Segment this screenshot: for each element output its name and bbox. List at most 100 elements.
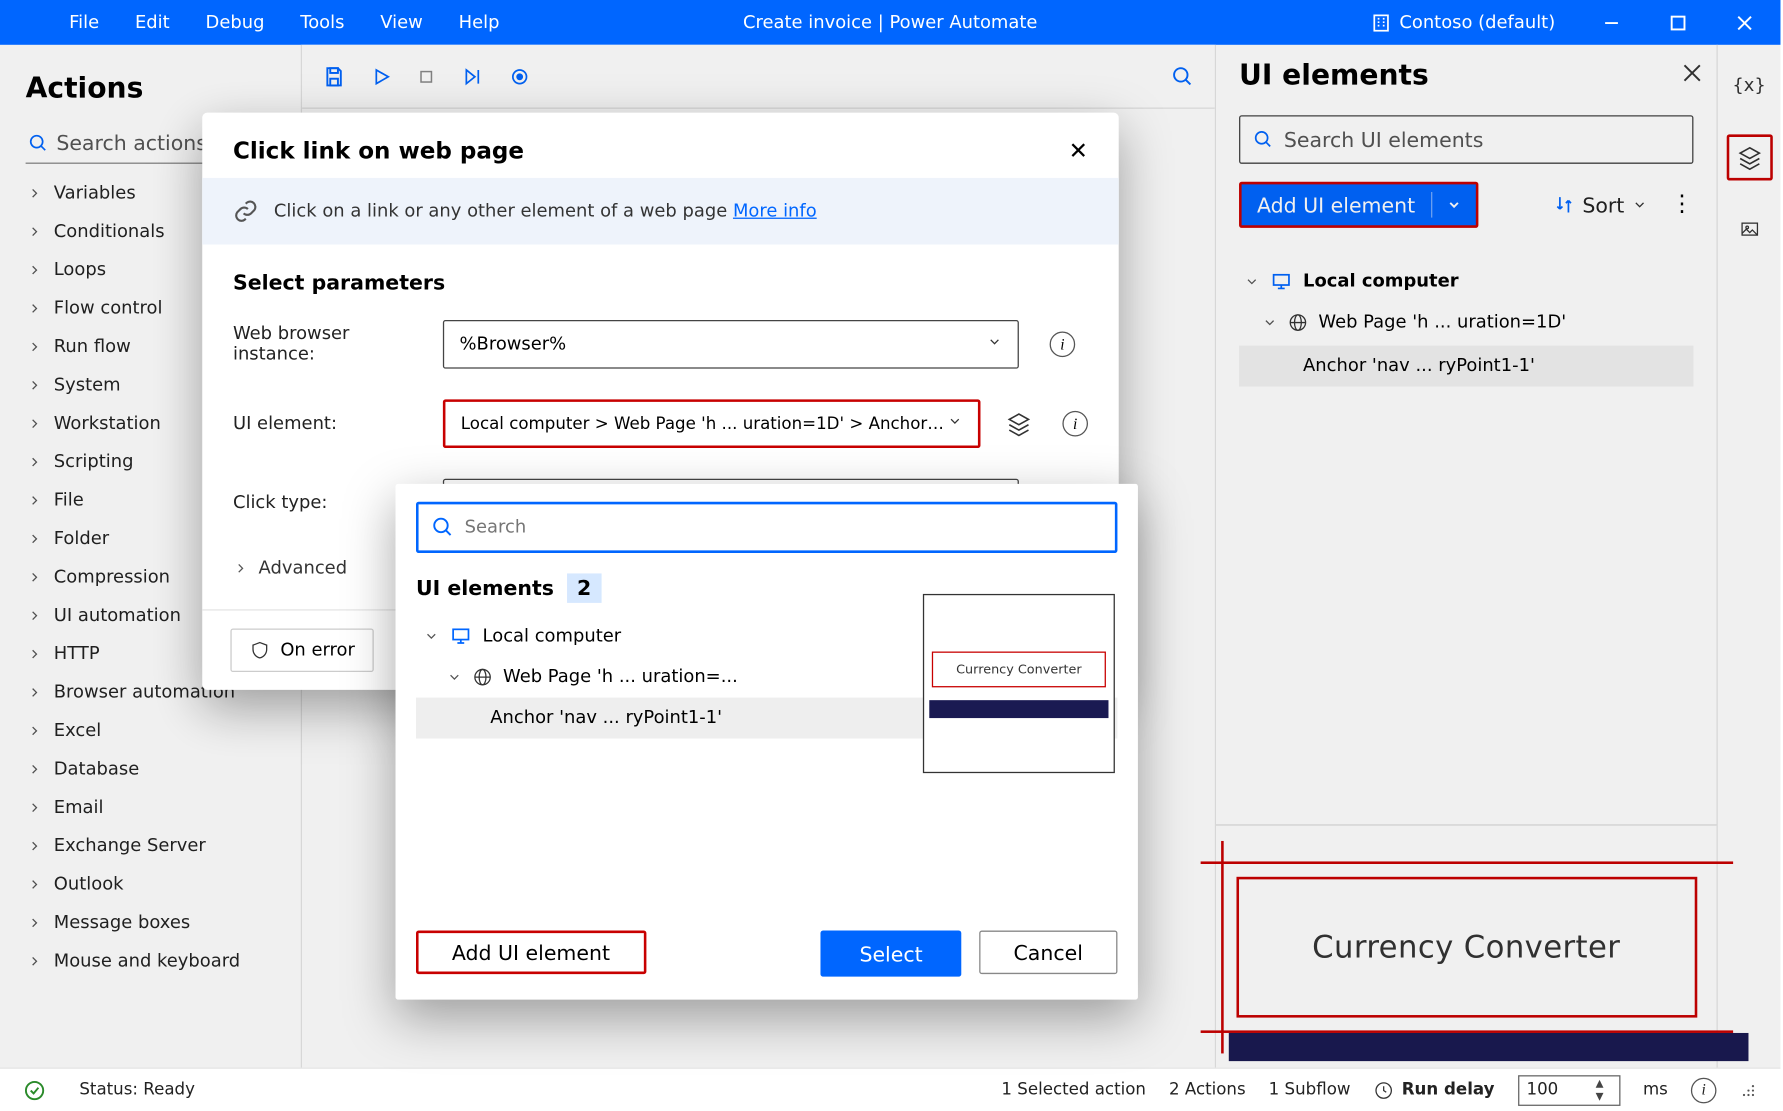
action-category[interactable]: Email [26, 788, 281, 826]
status-actions: 2 Actions [1169, 1080, 1246, 1099]
chevron-down-icon [424, 628, 439, 643]
info-icon[interactable]: i [1691, 1077, 1717, 1103]
sort-icon [1554, 195, 1574, 215]
chevron-right-icon [233, 561, 248, 576]
menu-debug[interactable]: Debug [188, 0, 283, 45]
images-rail-button[interactable] [1726, 206, 1772, 252]
globe-icon [472, 667, 492, 687]
ui-elements-search-placeholder: Search UI elements [1284, 127, 1484, 151]
tree-anchor[interactable]: Anchor 'nav ... ryPoint1-1' [1239, 346, 1693, 387]
status-ok-icon [23, 1078, 46, 1101]
ui-element-select[interactable]: Local computer > Web Page 'h ... uration… [443, 399, 981, 448]
window-minimize-button[interactable] [1583, 0, 1639, 45]
computer-icon [449, 626, 472, 646]
step-icon[interactable] [461, 66, 484, 86]
run-delay-label: Run delay [1402, 1080, 1495, 1099]
info-icon[interactable]: i [1050, 332, 1076, 358]
picker-search-input[interactable] [416, 502, 1117, 553]
ui-elements-search-input[interactable]: Search UI elements [1239, 115, 1693, 164]
actions-heading: Actions [26, 73, 281, 105]
tree-root-label: Local computer [1303, 271, 1459, 291]
window-close-button[interactable] [1716, 0, 1772, 45]
action-category[interactable]: Database [26, 750, 281, 788]
picker-search-field[interactable] [465, 517, 1102, 537]
dialog-description: Click on a link or any other element of … [274, 201, 727, 221]
run-delay-unit: ms [1643, 1080, 1668, 1099]
tree-anchor-label: Anchor 'nav ... ryPoint1-1' [1303, 356, 1535, 376]
menu-edit[interactable]: Edit [117, 0, 188, 45]
picker-root-label: Local computer [483, 626, 622, 646]
ui-element-picker-popup: UI elements 2 Local computer Web Page 'h… [396, 484, 1138, 1000]
advanced-label: Advanced [259, 558, 348, 578]
stop-icon[interactable] [417, 67, 435, 85]
picker-heading: UI elements [416, 576, 554, 600]
picker-preview-label: Currency Converter [956, 662, 1082, 676]
status-selected: 1 Selected action [1001, 1080, 1146, 1099]
info-icon[interactable]: i [1062, 411, 1088, 437]
ui-element-value: Local computer > Web Page 'h ... uration… [461, 414, 947, 433]
menu-view[interactable]: View [362, 0, 440, 45]
preview-label: Currency Converter [1312, 929, 1620, 965]
layers-icon [1736, 145, 1762, 171]
menu-tools[interactable]: Tools [282, 0, 362, 45]
panel-close-button[interactable] [1683, 63, 1701, 87]
action-category[interactable]: Excel [26, 712, 281, 750]
tree-page-label: Web Page 'h ... uration=1D' [1318, 312, 1566, 332]
ui-elements-rail-button[interactable] [1726, 134, 1772, 180]
chevron-down-icon [1244, 274, 1259, 289]
sort-button[interactable]: Sort [1554, 193, 1647, 217]
dialog-close-button[interactable]: ✕ [1069, 138, 1088, 165]
tenant-label: Contoso (default) [1399, 12, 1555, 32]
run-delay-value: 100 [1526, 1080, 1558, 1099]
action-category[interactable]: Exchange Server [26, 827, 281, 865]
search-icon[interactable] [1171, 65, 1194, 88]
action-category[interactable]: Mouse and keyboard [26, 942, 281, 980]
save-icon[interactable] [323, 65, 346, 88]
more-info-link[interactable]: More info [733, 201, 817, 221]
status-text: Status: Ready [79, 1080, 195, 1099]
tenant-selector[interactable]: Contoso (default) [1371, 12, 1555, 32]
resize-grip-icon[interactable] [1740, 1081, 1758, 1099]
action-category[interactable]: Outlook [26, 865, 281, 903]
browser-instance-value: %Browser% [460, 334, 567, 354]
picker-count-badge: 2 [567, 573, 602, 602]
actions-search-placeholder: Search actions [56, 131, 207, 155]
picker-add-ui-element-button[interactable]: Add UI element [416, 931, 646, 975]
search-icon [431, 516, 454, 539]
action-category[interactable]: Message boxes [26, 904, 281, 942]
tree-root[interactable]: Local computer [1239, 261, 1693, 302]
search-icon [28, 132, 48, 152]
tree-page[interactable]: Web Page 'h ... uration=1D' [1239, 302, 1693, 343]
run-delay-input[interactable]: 100 ▲▼ [1518, 1075, 1620, 1106]
add-ui-element-label: Add UI element [1242, 193, 1431, 217]
menu-help[interactable]: Help [441, 0, 518, 45]
add-ui-element-button[interactable]: Add UI element [1239, 182, 1478, 228]
layers-icon[interactable] [1006, 411, 1032, 437]
more-menu-button[interactable]: ⋮ [1670, 193, 1693, 216]
chevron-down-icon [1262, 315, 1277, 330]
parameters-section-heading: Select parameters [233, 270, 1088, 294]
record-icon[interactable] [509, 66, 529, 86]
menu-file[interactable]: File [51, 0, 117, 45]
sort-label: Sort [1582, 193, 1624, 217]
add-ui-element-dropdown[interactable] [1432, 197, 1476, 212]
ui-element-label: UI element: [233, 413, 425, 433]
picker-preview: Currency Converter [923, 594, 1115, 773]
variables-rail-button[interactable]: {x} [1726, 63, 1772, 109]
building-icon [1371, 12, 1391, 32]
on-error-label: On error [280, 640, 355, 660]
status-subflow: 1 Subflow [1269, 1080, 1351, 1099]
play-icon[interactable] [371, 66, 391, 86]
picker-anchor-label: Anchor 'nav ... ryPoint1-1' [490, 708, 722, 728]
picker-cancel-button[interactable]: Cancel [979, 931, 1117, 975]
chevron-down-icon [447, 669, 462, 684]
shield-icon [250, 640, 270, 660]
ui-elements-heading: UI elements [1239, 60, 1429, 92]
search-icon [1253, 129, 1273, 149]
computer-icon [1270, 271, 1293, 291]
window-maximize-button[interactable] [1650, 0, 1706, 45]
on-error-button[interactable]: On error [230, 628, 374, 672]
picker-select-button[interactable]: Select [821, 931, 961, 977]
image-icon [1736, 219, 1762, 239]
browser-instance-select[interactable]: %Browser% [443, 320, 1019, 369]
